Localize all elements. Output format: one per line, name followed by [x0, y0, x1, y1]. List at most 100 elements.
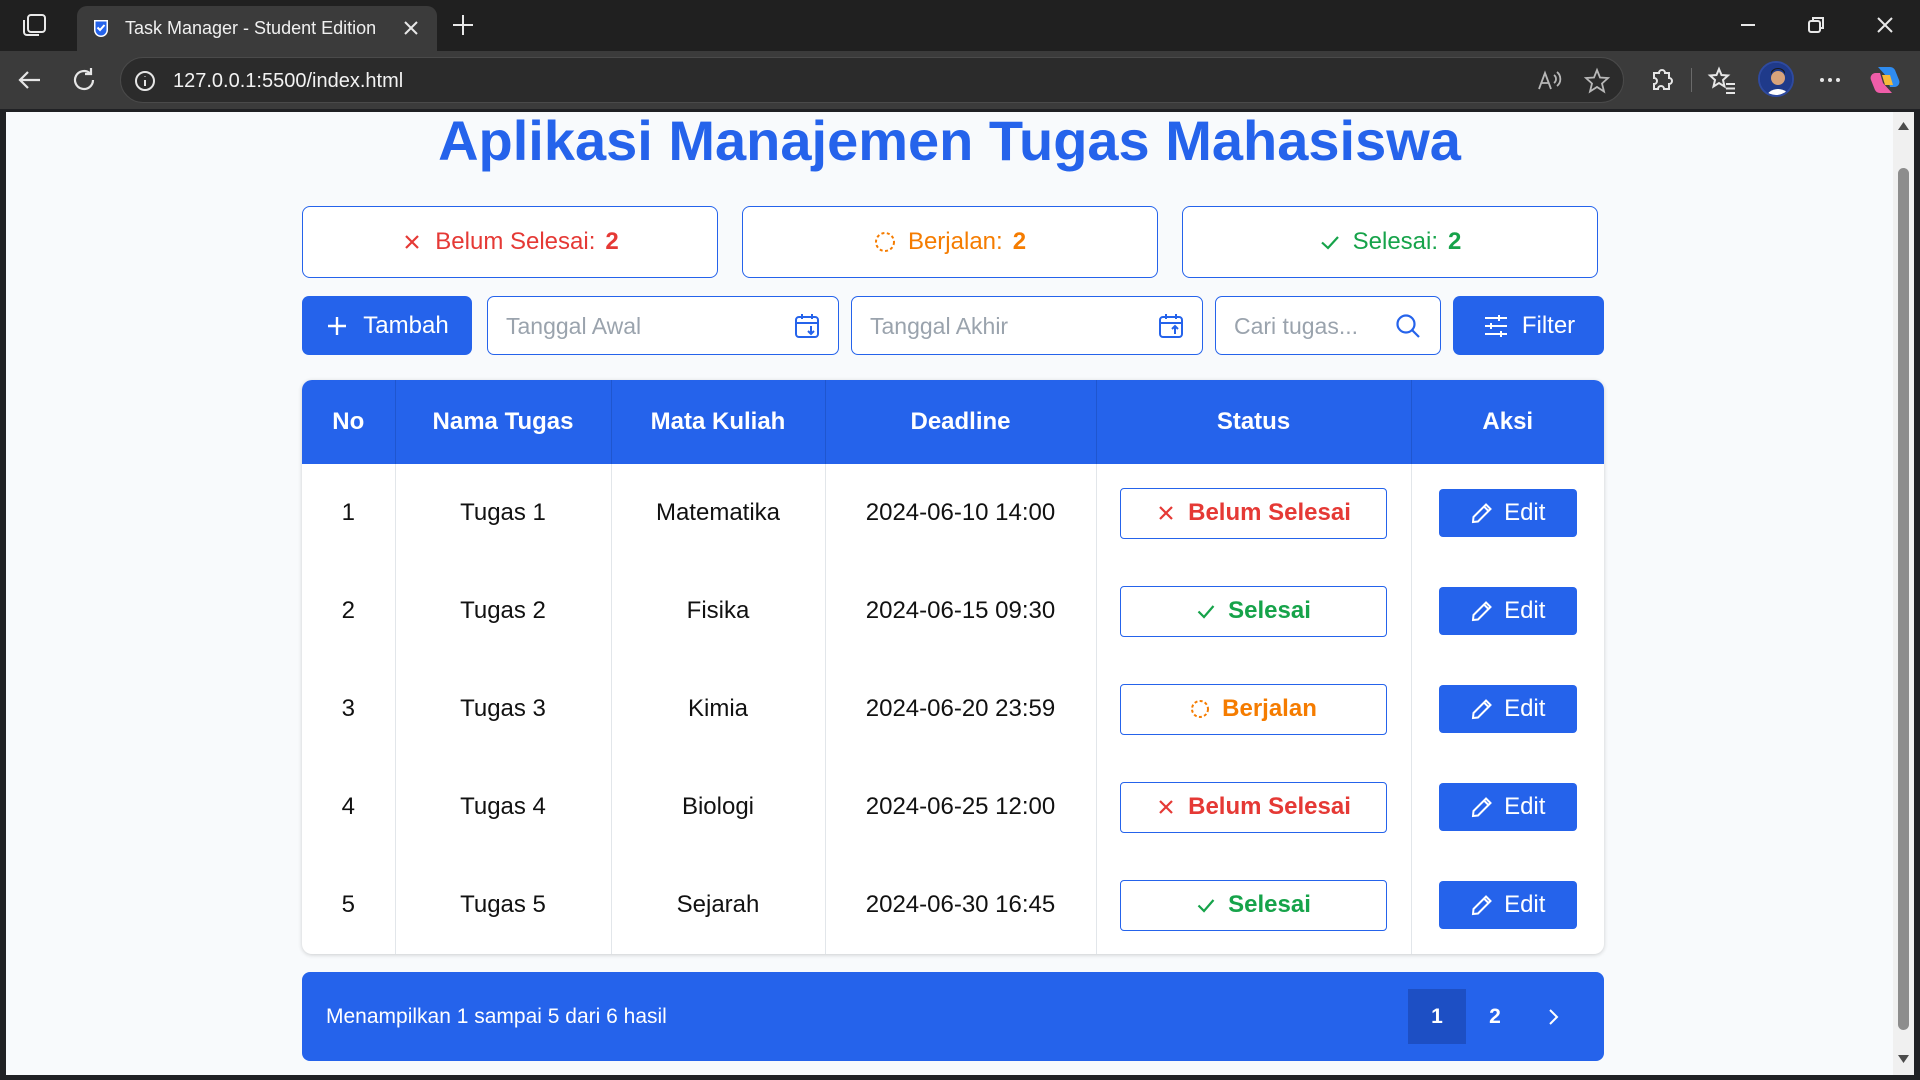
cell-task-name: Tugas 2: [395, 562, 612, 660]
spinner-icon: [874, 232, 895, 252]
cell-action: Edit: [1411, 660, 1604, 758]
cell-action: Edit: [1411, 562, 1604, 660]
end-date-field[interactable]: Tanggal Akhir: [851, 296, 1203, 355]
site-info-icon[interactable]: [133, 69, 157, 93]
refresh-icon[interactable]: [68, 64, 100, 96]
scroll-up-arrow-icon[interactable]: [1897, 120, 1910, 133]
edit-label: Edit: [1504, 793, 1546, 820]
start-date-field[interactable]: Tanggal Awal: [487, 296, 839, 355]
tab-actions-icon[interactable]: [20, 12, 48, 38]
search-input[interactable]: Cari tugas...: [1215, 296, 1441, 355]
close-tab-icon[interactable]: [399, 16, 423, 40]
cell-task-name: Tugas 4: [395, 758, 612, 856]
status-badge[interactable]: Selesai: [1120, 585, 1387, 637]
favorites-icon[interactable]: [1706, 64, 1738, 96]
table-row: 2 Tugas 2 Fisika 2024-06-15 09:30 Selesa…: [302, 562, 1604, 660]
plus-icon: [328, 316, 347, 335]
status-label: Belum Selesai: [1188, 793, 1351, 820]
status-badge[interactable]: Selesai: [1120, 879, 1387, 931]
new-tab-icon[interactable]: [448, 10, 478, 40]
browser-tab-active[interactable]: Task Manager - Student Edition: [77, 6, 437, 51]
cell-course: Matematika: [611, 464, 826, 562]
copilot-icon[interactable]: [1868, 63, 1902, 97]
tab-title: Task Manager - Student Edition: [125, 18, 377, 38]
extensions-icon[interactable]: [1645, 64, 1677, 96]
restore-icon[interactable]: [1801, 10, 1831, 40]
x-icon: [405, 235, 420, 249]
page-viewport: Aplikasi Manajemen Tugas Mahasiswa Belum…: [6, 112, 1893, 1075]
scrollbar-thumb[interactable]: [1898, 168, 1909, 1030]
table-row: 4 Tugas 4 Biologi 2024-06-25 12:00 Belum…: [302, 758, 1604, 856]
minimize-icon[interactable]: [1733, 10, 1763, 40]
edit-button[interactable]: Edit: [1438, 489, 1577, 537]
pencil-icon: [1471, 699, 1492, 720]
edit-label: Edit: [1504, 499, 1546, 526]
back-icon[interactable]: [14, 64, 46, 96]
edit-button[interactable]: Edit: [1438, 685, 1577, 733]
toolbar-separator: [1691, 68, 1692, 92]
table-header-row: No Nama Tugas Mata Kuliah Deadline Statu…: [302, 380, 1604, 464]
status-label: Belum Selesai: [1188, 499, 1351, 526]
status-badge[interactable]: Belum Selesai: [1120, 487, 1387, 539]
x-icon: [1159, 506, 1173, 520]
table-row: 3 Tugas 3 Kimia 2024-06-20 23:59 Berjala…: [302, 660, 1604, 758]
header-deadline[interactable]: Deadline: [825, 380, 1097, 464]
edit-button[interactable]: Edit: [1438, 881, 1577, 929]
search-icon[interactable]: [1394, 312, 1422, 340]
edit-button[interactable]: Edit: [1438, 783, 1577, 831]
address-bar[interactable]: 127.0.0.1:5500/index.html: [120, 57, 1624, 103]
filter-button[interactable]: Filter: [1453, 296, 1604, 355]
pencil-icon: [1471, 601, 1492, 622]
close-window-icon[interactable]: [1870, 10, 1900, 40]
header-mata-kuliah[interactable]: Mata Kuliah: [611, 380, 826, 464]
status-label: Selesai: [1228, 597, 1311, 624]
profile-avatar[interactable]: [1758, 61, 1794, 97]
check-icon: [1197, 899, 1215, 913]
scroll-down-arrow-icon[interactable]: [1897, 1052, 1910, 1065]
cell-no: 1: [302, 464, 396, 562]
stat-label: Belum Selesai:: [435, 228, 596, 255]
calendar-download-icon[interactable]: [793, 312, 821, 340]
edit-label: Edit: [1504, 891, 1546, 918]
calendar-upload-icon[interactable]: [1157, 312, 1185, 340]
page-button-2[interactable]: 2: [1466, 989, 1524, 1044]
edit-label: Edit: [1504, 597, 1546, 624]
table-row: 1 Tugas 1 Matematika 2024-06-10 14:00 Be…: [302, 464, 1604, 562]
more-options-icon[interactable]: [1814, 64, 1846, 96]
stat-count: 2: [1448, 228, 1462, 255]
status-badge[interactable]: Berjalan: [1120, 683, 1387, 735]
favorite-star-icon[interactable]: [1583, 67, 1611, 95]
page-scrollbar[interactable]: [1893, 112, 1914, 1075]
header-status[interactable]: Status: [1096, 380, 1412, 464]
pencil-icon: [1471, 503, 1492, 524]
edit-button[interactable]: Edit: [1438, 587, 1577, 635]
cell-action: Edit: [1411, 464, 1604, 562]
cell-action: Edit: [1411, 758, 1604, 856]
cell-no: 4: [302, 758, 396, 856]
cell-status: Selesai: [1096, 562, 1412, 660]
cell-course: Fisika: [611, 562, 826, 660]
profile-picture-icon: [1760, 63, 1792, 95]
cell-status: Selesai: [1096, 856, 1412, 954]
pencil-icon: [1471, 797, 1492, 818]
table-row: 5 Tugas 5 Sejarah 2024-06-30 16:45 Seles…: [302, 856, 1604, 954]
cell-task-name: Tugas 5: [395, 856, 612, 954]
cell-status: Belum Selesai: [1096, 464, 1412, 562]
next-page-button[interactable]: [1524, 989, 1582, 1044]
page-button-1[interactable]: 1: [1408, 989, 1466, 1044]
cell-course: Biologi: [611, 758, 826, 856]
browser-toolbar: 127.0.0.1:5500/index.html: [0, 51, 1920, 109]
search-placeholder: Cari tugas...: [1234, 313, 1358, 339]
header-nama-tugas[interactable]: Nama Tugas: [395, 380, 612, 464]
header-no[interactable]: No: [302, 380, 396, 464]
add-task-button[interactable]: Tambah: [302, 296, 472, 355]
cell-deadline: 2024-06-10 14:00: [825, 464, 1097, 562]
status-badge[interactable]: Belum Selesai: [1120, 781, 1387, 833]
pencil-icon: [1471, 895, 1492, 916]
stat-count: 2: [1012, 228, 1027, 255]
cell-deadline: 2024-06-25 12:00: [825, 758, 1097, 856]
cell-course: Sejarah: [611, 856, 826, 954]
browser-titlebar: Task Manager - Student Edition: [0, 0, 1920, 51]
read-aloud-icon[interactable]: [1535, 67, 1563, 95]
check-icon: [1320, 236, 1339, 250]
